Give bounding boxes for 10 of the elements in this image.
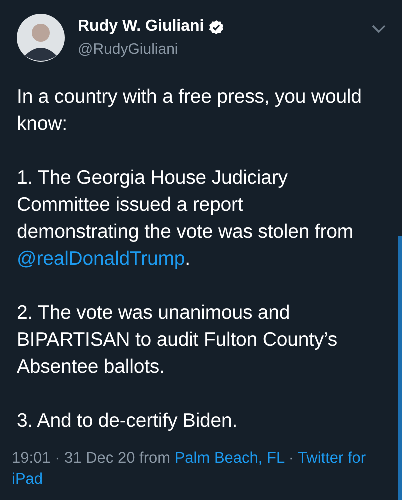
avatar[interactable] <box>17 14 65 62</box>
mention-link[interactable]: @realDonaldTrump <box>17 248 186 270</box>
tweet-paragraph: 1. The Georgia House Judiciary Committee issued a report demonstrating the vote was stolen from @realDonaldTrump. <box>17 166 355 272</box>
tweet-paragraph: 2. The vote was unanimous and BIPARTISAN to audit Fulton County’s Absentee ballots. <box>17 301 339 380</box>
author-handle: @RudyGiuliani <box>78 41 180 58</box>
author-name[interactable]: Rudy W. Giuliani <box>78 18 204 36</box>
tweet-paragraph: In a country with a free press, you would know: <box>17 85 362 137</box>
chevron-down-icon[interactable] <box>372 24 386 34</box>
tweet-metadata: 19:01 · 31 Dec 20 from Palm Beach, FL · Twitter for iPad <box>11 449 368 490</box>
tweet-paragraph: 3. And to de-certify Biden. <box>17 409 239 434</box>
